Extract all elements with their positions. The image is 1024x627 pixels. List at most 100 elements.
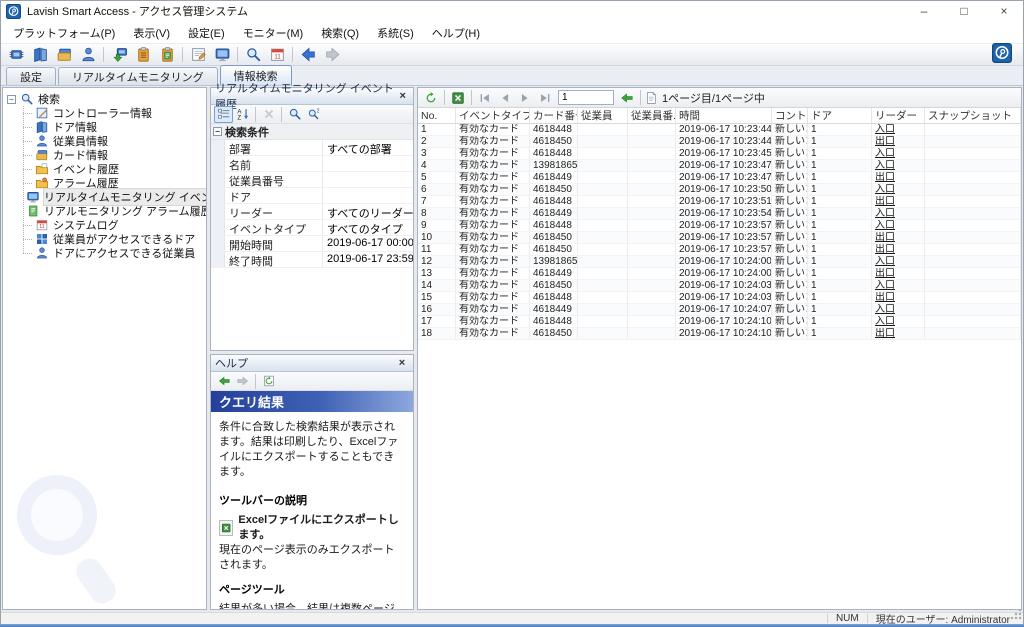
condition-value[interactable]: すべての部署: [323, 140, 413, 155]
advanced-search-button[interactable]: 2: [304, 106, 323, 123]
prev-page-button[interactable]: [495, 89, 515, 106]
tree-item-5[interactable]: アラーム履歴: [35, 176, 204, 190]
menu-item-6[interactable]: ヘルプ(H): [423, 22, 489, 44]
table-row[interactable]: 18有効なカード46184502019-06-17 10:24:10新しいコン.…: [418, 328, 1021, 340]
calendar-button[interactable]: 11: [265, 45, 289, 65]
excel-export-button[interactable]: [448, 89, 468, 106]
table-row[interactable]: 13有効なカード46184492019-06-17 10:24:00新しいコン.…: [418, 268, 1021, 280]
column-header-9[interactable]: スナップショット: [925, 108, 1021, 123]
page-number-input[interactable]: [558, 90, 614, 105]
menu-item-3[interactable]: モニター(M): [234, 22, 313, 44]
brand-logo-button[interactable]: [992, 43, 1012, 66]
table-row[interactable]: 4有効なカード139818652019-06-17 10:23:47新しいコン.…: [418, 160, 1021, 172]
menu-item-1[interactable]: 表示(V): [124, 22, 179, 44]
table-row[interactable]: 7有効なカード46184482019-06-17 10:23:51新しいコン..…: [418, 196, 1021, 208]
table-row[interactable]: 14有効なカード46184502019-06-17 10:24:03新しいコン.…: [418, 280, 1021, 292]
table-cell[interactable]: 出口: [872, 136, 925, 148]
table-cell[interactable]: 入口: [872, 316, 925, 328]
clear-button[interactable]: [259, 106, 278, 123]
column-header-6[interactable]: コントローラ-..: [772, 108, 808, 123]
sort-az-button[interactable]: AZ: [233, 106, 252, 123]
table-row[interactable]: 9有効なカード46184482019-06-17 10:23:57新しいコン..…: [418, 220, 1021, 232]
back-button[interactable]: [296, 45, 320, 65]
send-to-controller-button[interactable]: [107, 45, 131, 65]
condition-value[interactable]: 2019-06-17 23:59: [323, 252, 413, 267]
forward-gray-button[interactable]: [233, 373, 252, 390]
door-button[interactable]: [28, 45, 52, 65]
table-cell[interactable]: 出口: [872, 244, 925, 256]
close-icon[interactable]: ×: [396, 89, 409, 103]
table-cell[interactable]: 出口: [872, 328, 925, 340]
table-row[interactable]: 15有効なカード46184482019-06-17 10:24:03新しいコン.…: [418, 292, 1021, 304]
table-row[interactable]: 2有効なカード46184502019-06-17 10:23:44新しいコン..…: [418, 136, 1021, 148]
back-green-button[interactable]: [214, 373, 233, 390]
condition-value[interactable]: すべてのリーダー: [323, 204, 413, 219]
first-page-button[interactable]: [475, 89, 495, 106]
condition-value[interactable]: [323, 172, 413, 187]
column-header-2[interactable]: カード番号: [530, 108, 578, 123]
tree-item-0[interactable]: コントローラー情報: [35, 106, 204, 120]
forward-button[interactable]: [320, 45, 344, 65]
table-cell[interactable]: 入口: [872, 220, 925, 232]
tree-item-1[interactable]: ドア情報: [35, 120, 204, 134]
table-cell[interactable]: 出口: [872, 196, 925, 208]
table-cell[interactable]: 入口: [872, 280, 925, 292]
table-cell[interactable]: 出口: [872, 172, 925, 184]
column-header-7[interactable]: ドア: [808, 108, 872, 123]
table-row[interactable]: 3有効なカード46184482019-06-17 10:23:45新しいコン..…: [418, 148, 1021, 160]
menu-item-2[interactable]: 設定(E): [179, 22, 234, 44]
minimize-button[interactable]: –: [904, 0, 944, 22]
tree-item-10[interactable]: ドアにアクセスできる従業員: [35, 246, 204, 260]
close-icon[interactable]: ×: [395, 356, 409, 370]
search-button[interactable]: [285, 106, 304, 123]
condition-value[interactable]: 2019-06-17 00:00: [323, 236, 413, 251]
tree-item-7[interactable]: リアルモニタリング アラーム履歴: [35, 204, 204, 218]
table-cell[interactable]: 入口: [872, 148, 925, 160]
employee-button[interactable]: [76, 45, 100, 65]
table-row[interactable]: 5有効なカード46184492019-06-17 10:23:47新しいコン..…: [418, 172, 1021, 184]
controller-button[interactable]: [4, 45, 28, 65]
menu-item-4[interactable]: 検索(Q): [312, 22, 368, 44]
collapse-icon[interactable]: −: [213, 127, 222, 136]
tree-item-6[interactable]: リアルタイムモニタリング イベント履歴: [35, 190, 204, 204]
go-to-page-button[interactable]: [617, 89, 637, 106]
maximize-button[interactable]: □: [944, 0, 984, 22]
tree-item-8[interactable]: 11システムログ: [35, 218, 204, 232]
table-row[interactable]: 10有効なカード46184502019-06-17 10:23:57新しいコン.…: [418, 232, 1021, 244]
column-header-8[interactable]: リーダー: [872, 108, 925, 123]
table-row[interactable]: 16有効なカード46184492019-06-17 10:24:07新しいコン.…: [418, 304, 1021, 316]
menu-item-0[interactable]: プラットフォーム(P): [4, 22, 124, 44]
tree-item-3[interactable]: カード情報: [35, 148, 204, 162]
tree-item-2[interactable]: 従業員情報: [35, 134, 204, 148]
categorized-button[interactable]: [214, 106, 233, 123]
table-cell[interactable]: 入口: [872, 124, 925, 136]
edit-form-button[interactable]: [186, 45, 210, 65]
condition-value[interactable]: すべてのタイプ: [323, 220, 413, 235]
tab-0[interactable]: 設定: [6, 67, 56, 85]
search-button[interactable]: [241, 45, 265, 65]
table-cell[interactable]: 入口: [872, 160, 925, 172]
collapse-icon[interactable]: −: [7, 95, 16, 104]
card-button[interactable]: [52, 45, 76, 65]
tab-1[interactable]: リアルタイムモニタリング: [58, 67, 218, 85]
refresh-button[interactable]: [421, 89, 441, 106]
next-page-button[interactable]: [515, 89, 535, 106]
resize-grip[interactable]: [1011, 610, 1022, 620]
column-header-5[interactable]: 時間: [676, 108, 772, 123]
close-button[interactable]: ×: [984, 0, 1024, 22]
last-page-button[interactable]: [535, 89, 555, 106]
table-row[interactable]: 6有効なカード46184502019-06-17 10:23:50新しいコン..…: [418, 184, 1021, 196]
column-header-0[interactable]: No.: [418, 108, 456, 123]
table-cell[interactable]: 入口: [872, 184, 925, 196]
table-cell[interactable]: 出口: [872, 232, 925, 244]
clipboard-report-button[interactable]: [155, 45, 179, 65]
table-row[interactable]: 1有効なカード46184482019-06-17 10:23:44新しいコン..…: [418, 124, 1021, 136]
condition-value[interactable]: [323, 156, 413, 171]
table-cell[interactable]: 出口: [872, 268, 925, 280]
monitor-button[interactable]: [210, 45, 234, 65]
tree-item-9[interactable]: 従業員がアクセスできるドア: [35, 232, 204, 246]
search-category-row[interactable]: −検索条件: [211, 124, 413, 140]
column-header-1[interactable]: イベントタイプ: [456, 108, 530, 123]
tree-root-row[interactable]: −検索: [7, 92, 204, 106]
table-cell[interactable]: 入口: [872, 208, 925, 220]
